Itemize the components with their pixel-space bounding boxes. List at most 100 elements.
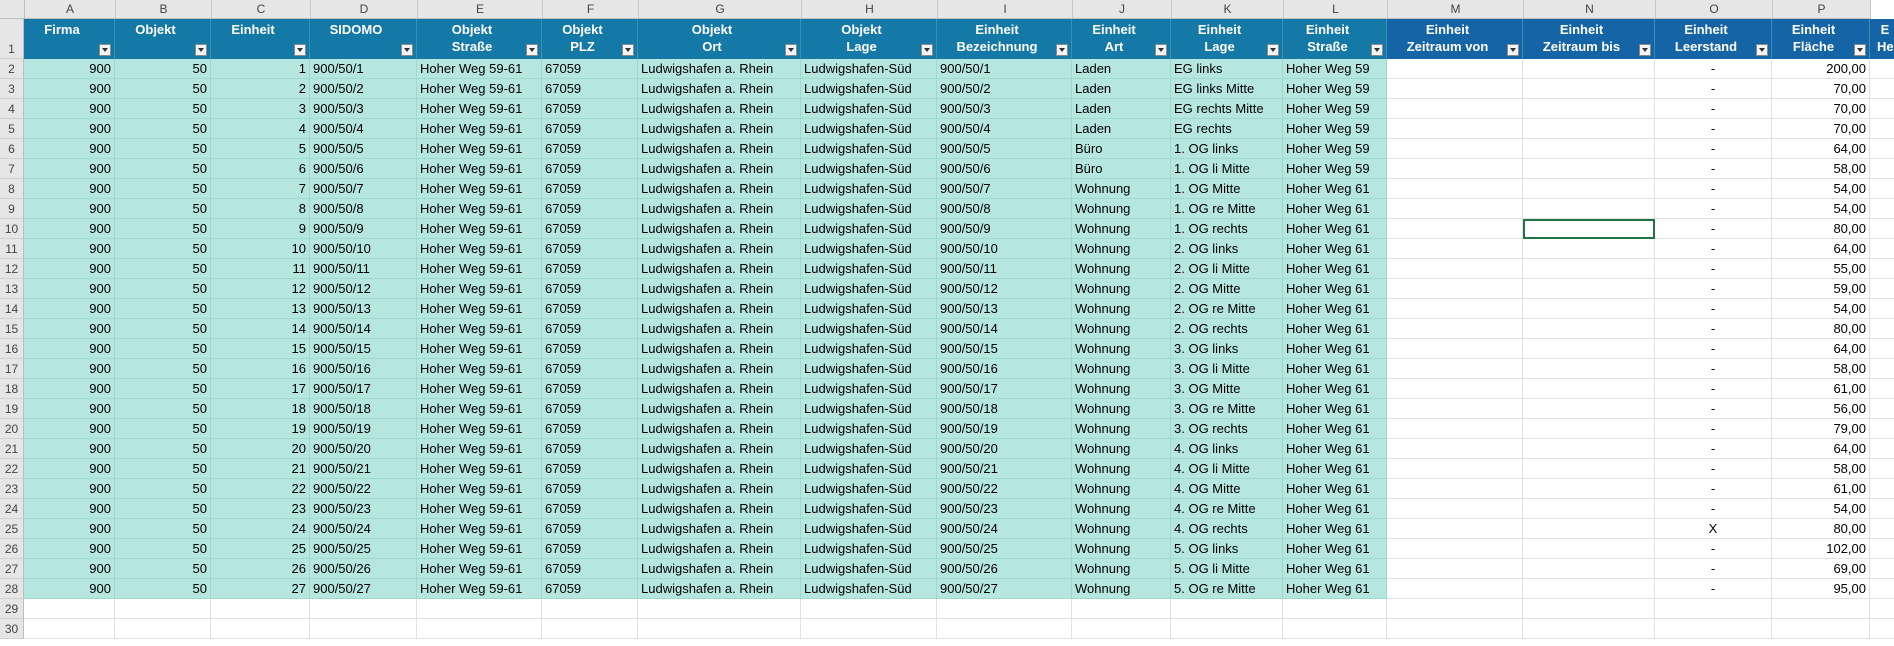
table-cell[interactable]: Ludwigshafen a. Rhein	[638, 199, 801, 219]
table-cell[interactable]	[1387, 199, 1523, 219]
column-header-g[interactable]: G	[639, 0, 802, 18]
table-cell[interactable]: Laden	[1072, 119, 1171, 139]
table-cell[interactable]: 10	[211, 239, 310, 259]
table-cell[interactable]: -	[1655, 379, 1772, 399]
table-cell[interactable]: Hoher Weg 59-61	[417, 399, 542, 419]
column-header-o[interactable]: O	[1656, 0, 1773, 18]
table-cell[interactable]: 67059	[542, 519, 638, 539]
table-cell[interactable]: 900	[24, 119, 115, 139]
table-cell[interactable]: 900/50/9	[310, 219, 417, 239]
table-cell[interactable]	[1870, 139, 1894, 159]
row-header[interactable]: 16	[0, 339, 24, 359]
table-cell[interactable]: -	[1655, 239, 1772, 259]
table-cell[interactable]: 900/50/18	[937, 399, 1072, 419]
table-cell[interactable]	[1387, 219, 1523, 239]
table-cell[interactable]	[1870, 459, 1894, 479]
table-cell[interactable]: 50	[115, 199, 211, 219]
table-cell[interactable]: 67059	[542, 299, 638, 319]
table-cell[interactable]	[1523, 459, 1655, 479]
row-header[interactable]: 2	[0, 59, 24, 79]
table-cell[interactable]	[1523, 119, 1655, 139]
table-cell[interactable]: Hoher Weg 59-61	[417, 519, 542, 539]
table-cell[interactable]	[1870, 99, 1894, 119]
table-cell[interactable]: Büro	[1072, 159, 1171, 179]
table-cell[interactable]: 900/50/20	[937, 439, 1072, 459]
empty-cell[interactable]	[24, 599, 115, 619]
table-cell[interactable]: Hoher Weg 59-61	[417, 119, 542, 139]
table-cell[interactable]: -	[1655, 259, 1772, 279]
table-cell[interactable]: 900/50/24	[310, 519, 417, 539]
table-cell[interactable]: -	[1655, 359, 1772, 379]
table-cell[interactable]	[1870, 259, 1894, 279]
filter-dropdown-icon[interactable]	[1756, 44, 1768, 56]
table-cell[interactable]: 95,00	[1772, 579, 1870, 599]
column-header-h[interactable]: H	[802, 0, 938, 18]
table-cell[interactable]: 2. OG re Mitte	[1171, 299, 1283, 319]
table-cell[interactable]: Ludwigshafen-Süd	[801, 479, 937, 499]
table-cell[interactable]: 1. OG li Mitte	[1171, 159, 1283, 179]
table-cell[interactable]: Wohnung	[1072, 279, 1171, 299]
table-cell[interactable]: Wohnung	[1072, 339, 1171, 359]
column-header-l[interactable]: L	[1284, 0, 1388, 18]
table-cell[interactable]: 50	[115, 539, 211, 559]
table-cell[interactable]: Hoher Weg 61	[1283, 279, 1387, 299]
table-cell[interactable]: Ludwigshafen a. Rhein	[638, 139, 801, 159]
table-cell[interactable]: 67059	[542, 399, 638, 419]
column-header-b[interactable]: B	[116, 0, 212, 18]
table-cell[interactable]	[1387, 459, 1523, 479]
table-cell[interactable]: 67059	[542, 319, 638, 339]
table-cell[interactable]: 900	[24, 539, 115, 559]
table-cell[interactable]: Wohnung	[1072, 219, 1171, 239]
table-cell[interactable]	[1523, 579, 1655, 599]
table-cell[interactable]: Hoher Weg 61	[1283, 219, 1387, 239]
table-cell[interactable]: 900	[24, 339, 115, 359]
table-cell[interactable]: Wohnung	[1072, 519, 1171, 539]
table-cell[interactable]	[1387, 139, 1523, 159]
row-header[interactable]: 30	[0, 619, 24, 639]
table-cell[interactable]: Hoher Weg 59-61	[417, 239, 542, 259]
row-header[interactable]: 12	[0, 259, 24, 279]
table-cell[interactable]: -	[1655, 159, 1772, 179]
table-cell[interactable]: -	[1655, 499, 1772, 519]
table-cell[interactable]: 67059	[542, 579, 638, 599]
table-cell[interactable]: 900/50/13	[310, 299, 417, 319]
row-header[interactable]: 15	[0, 319, 24, 339]
table-cell[interactable]: 50	[115, 579, 211, 599]
table-cell[interactable]: 67059	[542, 219, 638, 239]
empty-cell[interactable]	[115, 619, 211, 639]
table-cell[interactable]: 50	[115, 379, 211, 399]
table-cell[interactable]: Hoher Weg 59-61	[417, 259, 542, 279]
row-header[interactable]: 13	[0, 279, 24, 299]
table-cell[interactable]	[1387, 339, 1523, 359]
filter-dropdown-icon[interactable]	[1639, 44, 1651, 56]
table-cell[interactable]: 80,00	[1772, 319, 1870, 339]
header-cell[interactable]: E He	[1870, 19, 1894, 59]
table-cell[interactable]: 50	[115, 139, 211, 159]
table-cell[interactable]: -	[1655, 399, 1772, 419]
table-cell[interactable]: Ludwigshafen a. Rhein	[638, 539, 801, 559]
table-cell[interactable]: Ludwigshafen a. Rhein	[638, 239, 801, 259]
table-cell[interactable]: Wohnung	[1072, 559, 1171, 579]
table-cell[interactable]: 900	[24, 439, 115, 459]
table-cell[interactable]	[1387, 359, 1523, 379]
table-cell[interactable]: Laden	[1072, 59, 1171, 79]
table-cell[interactable]: 20	[211, 439, 310, 459]
table-cell[interactable]: Wohnung	[1072, 179, 1171, 199]
table-cell[interactable]: Hoher Weg 59	[1283, 119, 1387, 139]
table-cell[interactable]: Ludwigshafen-Süd	[801, 379, 937, 399]
table-cell[interactable]: Ludwigshafen a. Rhein	[638, 419, 801, 439]
table-cell[interactable]: 67059	[542, 239, 638, 259]
table-cell[interactable]: 5	[211, 139, 310, 159]
table-cell[interactable]	[1870, 499, 1894, 519]
table-cell[interactable]: Ludwigshafen a. Rhein	[638, 79, 801, 99]
table-cell[interactable]: 3	[211, 99, 310, 119]
table-cell[interactable]: 4. OG links	[1171, 439, 1283, 459]
row-header[interactable]: 6	[0, 139, 24, 159]
table-cell[interactable]: 900/50/17	[937, 379, 1072, 399]
empty-cell[interactable]	[1655, 599, 1772, 619]
column-header-e[interactable]: E	[418, 0, 543, 18]
table-cell[interactable]: -	[1655, 339, 1772, 359]
table-cell[interactable]	[1523, 479, 1655, 499]
table-cell[interactable]: 12	[211, 279, 310, 299]
row-header[interactable]: 8	[0, 179, 24, 199]
